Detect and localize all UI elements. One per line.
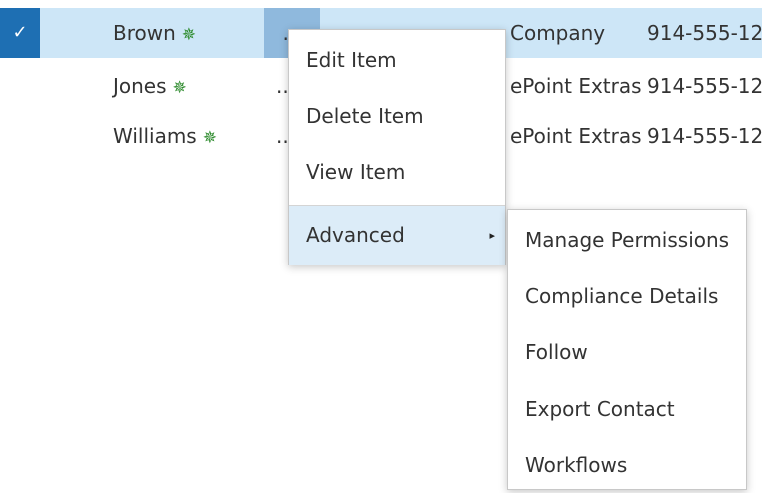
menu-item-view[interactable]: View Item — [289, 152, 505, 192]
new-item-icon: ✵ — [202, 128, 217, 148]
advanced-submenu: Manage Permissions Compliance Details Fo… — [507, 209, 747, 490]
new-item-icon: ✵ — [181, 25, 197, 45]
company-cell: ePoint Extras — [510, 124, 642, 148]
menu-item-follow[interactable]: Follow — [508, 332, 746, 372]
name-text[interactable]: Brown — [113, 21, 176, 45]
menu-item-advanced-label: Advanced — [306, 223, 405, 247]
list-view: ✓ Brown✵ ... Company 914-555-121 Jones✵ … — [0, 0, 762, 493]
menu-item-edit[interactable]: Edit Item — [289, 40, 505, 80]
menu-item-export-contact[interactable]: Export Contact — [508, 389, 746, 429]
checkmark-icon[interactable]: ✓ — [0, 8, 40, 58]
phone-cell: 914-555-121 — [647, 124, 762, 148]
name-text[interactable]: Jones — [113, 74, 167, 98]
name-cell[interactable]: Brown ✵ — [113, 8, 196, 58]
item-context-menu: Edit Item Delete Item View Item Advanced… — [288, 29, 506, 265]
name-text[interactable]: Williams — [113, 124, 197, 148]
name-cell[interactable]: Jones ✵ — [113, 61, 187, 111]
name-cell[interactable]: Williams ✵ — [113, 111, 217, 161]
phone-cell: 914-555-121 — [647, 74, 762, 98]
menu-item-workflows[interactable]: Workflows — [508, 445, 746, 485]
company-cell: ePoint Extras — [510, 74, 642, 98]
menu-item-compliance-details[interactable]: Compliance Details — [508, 276, 746, 316]
menu-item-advanced[interactable]: Advanced ▸ — [289, 206, 505, 265]
new-item-icon: ✵ — [172, 78, 187, 98]
menu-item-manage-permissions[interactable]: Manage Permissions — [508, 220, 746, 260]
submenu-arrow-icon: ▸ — [489, 229, 495, 242]
company-cell: Company — [510, 21, 606, 45]
phone-cell: 914-555-121 — [647, 21, 762, 45]
menu-item-delete[interactable]: Delete Item — [289, 96, 505, 136]
